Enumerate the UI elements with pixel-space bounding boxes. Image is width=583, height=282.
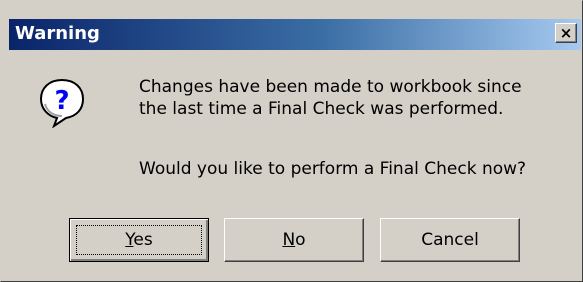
close-icon: ×	[559, 24, 573, 42]
window-title: Warning	[15, 23, 100, 44]
yes-button-label: Yes	[125, 230, 152, 250]
close-button[interactable]: ×	[555, 23, 577, 43]
title-bar[interactable]: Warning ×	[9, 19, 581, 50]
cancel-button-label: Cancel	[421, 230, 479, 250]
message-text: Changes have been made to workbook since…	[139, 76, 522, 120]
yes-button[interactable]: Yes	[69, 218, 209, 262]
no-button-label: No	[282, 230, 305, 250]
cancel-button[interactable]: Cancel	[380, 218, 520, 262]
warning-dialog: Warning × ? Changes have been made to wo…	[0, 0, 583, 282]
no-mnemonic: N	[282, 230, 296, 250]
no-button[interactable]: No	[224, 218, 364, 262]
no-label-rest: o	[295, 230, 306, 250]
question-icon: ?	[39, 78, 85, 128]
message-line: the last time a Final Check was performe…	[139, 99, 504, 119]
yes-label-rest: es	[133, 230, 153, 250]
message-line: Changes have been made to workbook since	[139, 77, 522, 97]
question-text: Would you like to perform a Final Check …	[139, 159, 527, 179]
svg-text:?: ?	[54, 86, 69, 116]
